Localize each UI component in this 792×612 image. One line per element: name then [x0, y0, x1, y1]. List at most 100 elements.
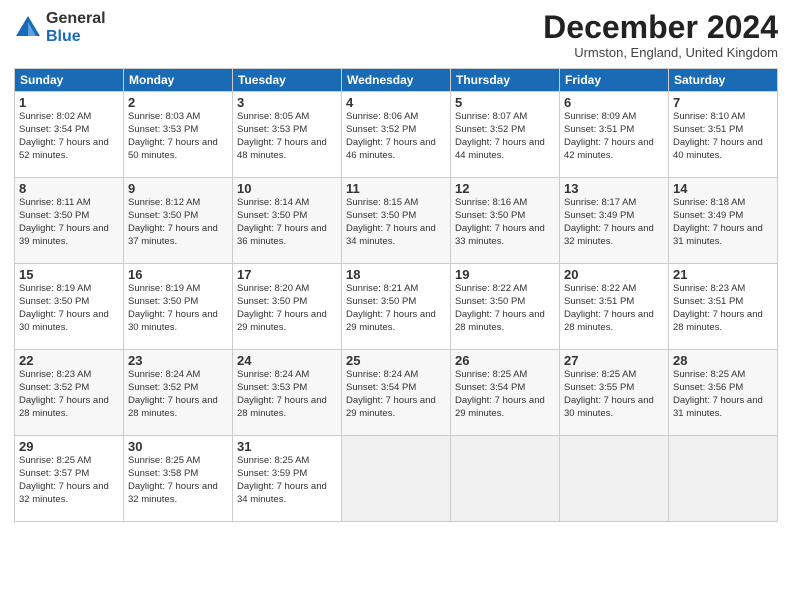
day-info: Sunrise: 8:22 AM Sunset: 3:51 PM Dayligh…	[564, 283, 664, 334]
day-number: 8	[19, 181, 119, 196]
sunset-label: Sunset: 3:52 PM	[19, 382, 89, 393]
daylight-label: Daylight: 7 hours and 46 minutes.	[346, 137, 436, 161]
daylight-label: Daylight: 7 hours and 28 minutes.	[237, 395, 327, 419]
day-info: Sunrise: 8:21 AM Sunset: 3:50 PM Dayligh…	[346, 283, 446, 334]
sunset-label: Sunset: 3:50 PM	[455, 210, 525, 221]
day-number: 13	[564, 181, 664, 196]
daylight-label: Daylight: 7 hours and 29 minutes.	[346, 309, 436, 333]
sunrise-label: Sunrise: 8:25 AM	[128, 455, 200, 466]
day-number: 18	[346, 267, 446, 282]
sunset-label: Sunset: 3:50 PM	[346, 296, 416, 307]
daylight-label: Daylight: 7 hours and 28 minutes.	[19, 395, 109, 419]
daylight-label: Daylight: 7 hours and 28 minutes.	[455, 309, 545, 333]
sunrise-label: Sunrise: 8:12 AM	[128, 197, 200, 208]
daylight-label: Daylight: 7 hours and 32 minutes.	[564, 223, 654, 247]
table-row	[669, 436, 778, 522]
table-row: 20 Sunrise: 8:22 AM Sunset: 3:51 PM Dayl…	[560, 264, 669, 350]
sunrise-label: Sunrise: 8:05 AM	[237, 111, 309, 122]
day-number: 10	[237, 181, 337, 196]
sunset-label: Sunset: 3:54 PM	[19, 124, 89, 135]
sunrise-label: Sunrise: 8:25 AM	[673, 369, 745, 380]
day-number: 28	[673, 353, 773, 368]
calendar-table: Sunday Monday Tuesday Wednesday Thursday…	[14, 68, 778, 522]
logo-icon	[14, 14, 42, 42]
daylight-label: Daylight: 7 hours and 28 minutes.	[564, 309, 654, 333]
sunrise-label: Sunrise: 8:03 AM	[128, 111, 200, 122]
sunset-label: Sunset: 3:52 PM	[455, 124, 525, 135]
header-saturday: Saturday	[669, 69, 778, 92]
table-row: 27 Sunrise: 8:25 AM Sunset: 3:55 PM Dayl…	[560, 350, 669, 436]
sunset-label: Sunset: 3:49 PM	[564, 210, 634, 221]
day-number: 7	[673, 95, 773, 110]
sunrise-label: Sunrise: 8:22 AM	[564, 283, 636, 294]
sunrise-label: Sunrise: 8:10 AM	[673, 111, 745, 122]
table-row: 22 Sunrise: 8:23 AM Sunset: 3:52 PM Dayl…	[15, 350, 124, 436]
calendar-week-row: 1 Sunrise: 8:02 AM Sunset: 3:54 PM Dayli…	[15, 92, 778, 178]
table-row: 26 Sunrise: 8:25 AM Sunset: 3:54 PM Dayl…	[451, 350, 560, 436]
sunset-label: Sunset: 3:57 PM	[19, 468, 89, 479]
table-row: 31 Sunrise: 8:25 AM Sunset: 3:59 PM Dayl…	[233, 436, 342, 522]
calendar-week-row: 29 Sunrise: 8:25 AM Sunset: 3:57 PM Dayl…	[15, 436, 778, 522]
sunset-label: Sunset: 3:50 PM	[128, 210, 198, 221]
day-number: 1	[19, 95, 119, 110]
day-info: Sunrise: 8:25 AM Sunset: 3:58 PM Dayligh…	[128, 455, 228, 506]
day-info: Sunrise: 8:25 AM Sunset: 3:54 PM Dayligh…	[455, 369, 555, 420]
sunrise-label: Sunrise: 8:09 AM	[564, 111, 636, 122]
header-sunday: Sunday	[15, 69, 124, 92]
table-row: 23 Sunrise: 8:24 AM Sunset: 3:52 PM Dayl…	[124, 350, 233, 436]
day-info: Sunrise: 8:23 AM Sunset: 3:52 PM Dayligh…	[19, 369, 119, 420]
day-info: Sunrise: 8:24 AM Sunset: 3:53 PM Dayligh…	[237, 369, 337, 420]
table-row: 12 Sunrise: 8:16 AM Sunset: 3:50 PM Dayl…	[451, 178, 560, 264]
day-info: Sunrise: 8:25 AM Sunset: 3:56 PM Dayligh…	[673, 369, 773, 420]
sunset-label: Sunset: 3:51 PM	[564, 296, 634, 307]
day-info: Sunrise: 8:23 AM Sunset: 3:51 PM Dayligh…	[673, 283, 773, 334]
sunrise-label: Sunrise: 8:21 AM	[346, 283, 418, 294]
sunset-label: Sunset: 3:50 PM	[346, 210, 416, 221]
day-number: 4	[346, 95, 446, 110]
daylight-label: Daylight: 7 hours and 28 minutes.	[128, 395, 218, 419]
sunset-label: Sunset: 3:54 PM	[455, 382, 525, 393]
logo-general-text: General	[46, 10, 106, 28]
table-row: 11 Sunrise: 8:15 AM Sunset: 3:50 PM Dayl…	[342, 178, 451, 264]
table-row: 7 Sunrise: 8:10 AM Sunset: 3:51 PM Dayli…	[669, 92, 778, 178]
table-row: 6 Sunrise: 8:09 AM Sunset: 3:51 PM Dayli…	[560, 92, 669, 178]
sunset-label: Sunset: 3:49 PM	[673, 210, 743, 221]
header: General Blue December 2024 Urmston, Engl…	[14, 10, 778, 60]
sunrise-label: Sunrise: 8:23 AM	[673, 283, 745, 294]
day-number: 24	[237, 353, 337, 368]
table-row: 4 Sunrise: 8:06 AM Sunset: 3:52 PM Dayli…	[342, 92, 451, 178]
sunrise-label: Sunrise: 8:11 AM	[19, 197, 91, 208]
table-row: 13 Sunrise: 8:17 AM Sunset: 3:49 PM Dayl…	[560, 178, 669, 264]
table-row: 25 Sunrise: 8:24 AM Sunset: 3:54 PM Dayl…	[342, 350, 451, 436]
sunrise-label: Sunrise: 8:23 AM	[19, 369, 91, 380]
day-info: Sunrise: 8:25 AM Sunset: 3:59 PM Dayligh…	[237, 455, 337, 506]
day-number: 17	[237, 267, 337, 282]
table-row: 2 Sunrise: 8:03 AM Sunset: 3:53 PM Dayli…	[124, 92, 233, 178]
sunrise-label: Sunrise: 8:18 AM	[673, 197, 745, 208]
weekday-header-row: Sunday Monday Tuesday Wednesday Thursday…	[15, 69, 778, 92]
daylight-label: Daylight: 7 hours and 30 minutes.	[19, 309, 109, 333]
sunrise-label: Sunrise: 8:20 AM	[237, 283, 309, 294]
month-title: December 2024	[543, 10, 778, 45]
daylight-label: Daylight: 7 hours and 30 minutes.	[128, 309, 218, 333]
day-info: Sunrise: 8:19 AM Sunset: 3:50 PM Dayligh…	[128, 283, 228, 334]
table-row: 9 Sunrise: 8:12 AM Sunset: 3:50 PM Dayli…	[124, 178, 233, 264]
daylight-label: Daylight: 7 hours and 48 minutes.	[237, 137, 327, 161]
day-info: Sunrise: 8:02 AM Sunset: 3:54 PM Dayligh…	[19, 111, 119, 162]
day-number: 30	[128, 439, 228, 454]
header-thursday: Thursday	[451, 69, 560, 92]
day-info: Sunrise: 8:17 AM Sunset: 3:49 PM Dayligh…	[564, 197, 664, 248]
day-info: Sunrise: 8:03 AM Sunset: 3:53 PM Dayligh…	[128, 111, 228, 162]
day-number: 22	[19, 353, 119, 368]
sunset-label: Sunset: 3:53 PM	[128, 124, 198, 135]
header-wednesday: Wednesday	[342, 69, 451, 92]
daylight-label: Daylight: 7 hours and 31 minutes.	[673, 395, 763, 419]
table-row: 17 Sunrise: 8:20 AM Sunset: 3:50 PM Dayl…	[233, 264, 342, 350]
day-number: 16	[128, 267, 228, 282]
day-number: 2	[128, 95, 228, 110]
table-row: 28 Sunrise: 8:25 AM Sunset: 3:56 PM Dayl…	[669, 350, 778, 436]
daylight-label: Daylight: 7 hours and 34 minutes.	[346, 223, 436, 247]
title-block: December 2024 Urmston, England, United K…	[543, 10, 778, 60]
calendar-week-row: 8 Sunrise: 8:11 AM Sunset: 3:50 PM Dayli…	[15, 178, 778, 264]
sunrise-label: Sunrise: 8:25 AM	[455, 369, 527, 380]
